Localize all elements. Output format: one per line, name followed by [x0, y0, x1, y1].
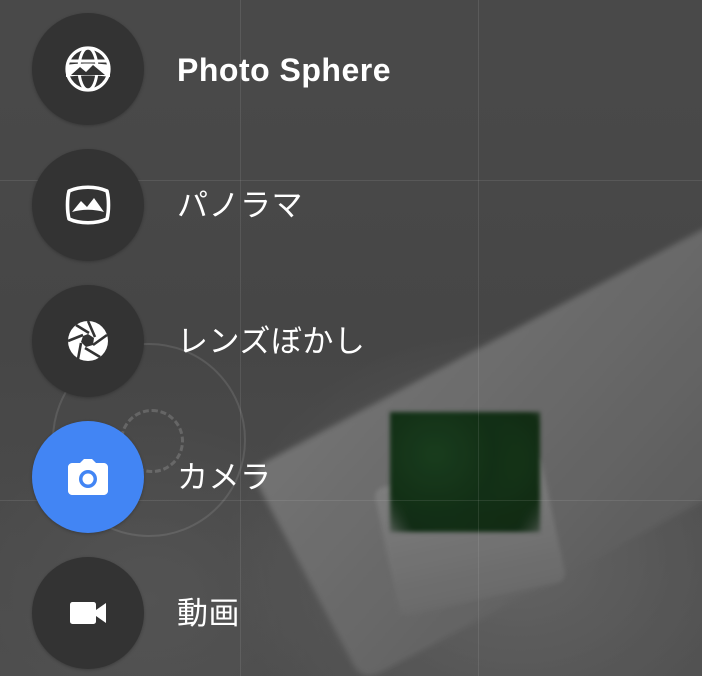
mode-icon-button[interactable]	[32, 13, 144, 125]
mode-label: 動画	[177, 596, 240, 632]
mode-label: Photo Sphere	[177, 52, 392, 88]
mode-item-lens-blur[interactable]: レンズぼかし	[0, 284, 460, 400]
panorama-icon	[65, 185, 111, 225]
camera-mode-list: Photo Sphere パノラマ レンズぼかし カメラ 動画	[0, 0, 702, 676]
mode-icon-button[interactable]	[32, 557, 144, 669]
photo-sphere-icon	[65, 46, 111, 92]
mode-label: パノラマ	[177, 188, 303, 224]
lens-blur-aperture-icon	[67, 320, 108, 361]
mode-item-camera[interactable]: カメラ	[0, 420, 460, 536]
mode-item-photo-sphere[interactable]: Photo Sphere	[0, 12, 460, 128]
mode-label: レンズぼかし	[177, 324, 366, 360]
mode-item-video[interactable]: 動画	[0, 556, 460, 672]
mode-icon-button[interactable]	[32, 285, 144, 397]
video-camera-icon	[70, 602, 106, 624]
camera-icon	[68, 459, 108, 495]
mode-item-panorama[interactable]: パノラマ	[0, 148, 460, 264]
mode-icon-button[interactable]	[32, 149, 144, 261]
mode-icon-button-active[interactable]	[32, 421, 144, 533]
mode-label: カメラ	[177, 460, 272, 496]
